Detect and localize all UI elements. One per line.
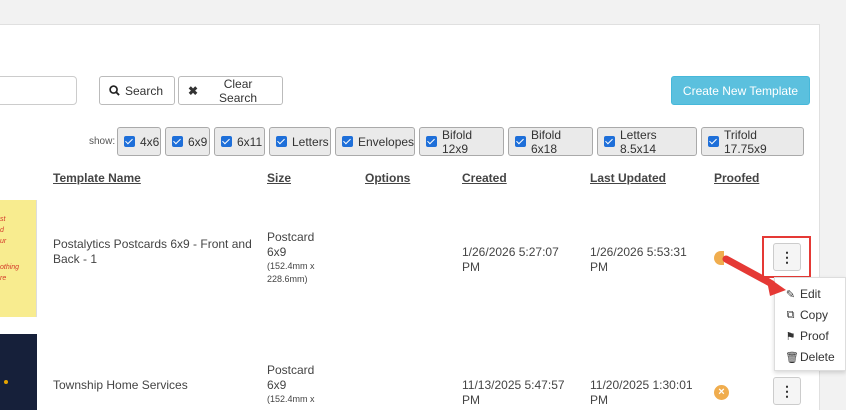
thumbnail-text: othing	[0, 264, 20, 271]
column-header-options[interactable]: Options	[365, 171, 410, 185]
search-input[interactable]	[0, 76, 77, 105]
size-type: Postcard	[267, 230, 315, 244]
highlight-box	[762, 236, 811, 278]
template-thumbnail[interactable]	[0, 334, 37, 410]
thumbnail-text: st	[0, 216, 6, 223]
menu-item-proof[interactable]: ⚑ Proof	[785, 329, 829, 343]
created-date-line: 1/26/2026 5:27:07	[462, 245, 559, 259]
template-name[interactable]: Postalytics Postcards 6x9 - Front and Ba…	[53, 237, 252, 267]
search-button[interactable]: Search	[99, 76, 175, 105]
edit-icon: ✎	[785, 288, 796, 301]
created-date: 1/26/2026 5:27:07 PM	[462, 245, 559, 275]
checkbox-checked-icon	[276, 136, 287, 147]
menu-item-label: Proof	[800, 329, 829, 343]
template-size: Postcard 6x9 (152.4mm x 228.6mm)	[267, 230, 315, 286]
template-name-line: Township Home Services	[53, 378, 188, 392]
created-date-ampm: PM	[462, 393, 480, 407]
column-header-created[interactable]: Created	[462, 171, 507, 185]
checkbox-checked-icon	[221, 136, 232, 147]
updated-date-ampm: PM	[590, 393, 608, 407]
menu-item-label: Delete	[800, 350, 835, 364]
filter-label: 6x11	[237, 134, 263, 149]
filter-6x11[interactable]: 6x11	[214, 127, 265, 156]
close-icon: ✖	[188, 83, 199, 98]
column-header-template-name[interactable]: Template Name	[53, 171, 141, 185]
column-header-proofed[interactable]: Proofed	[714, 171, 759, 185]
more-vertical-icon: ⋮	[780, 382, 794, 399]
thumbnail-text: re	[0, 275, 7, 282]
create-template-button[interactable]: Create New Template	[671, 76, 810, 105]
flag-icon: ⚑	[785, 330, 796, 343]
size-dimensions: 6x9	[267, 245, 287, 259]
column-header-last-updated[interactable]: Last Updated	[590, 171, 666, 185]
search-icon	[109, 85, 120, 96]
clear-search-button[interactable]: ✖ Clear Search	[178, 76, 283, 105]
updated-date: 11/20/2025 1:30:01 PM	[590, 378, 693, 408]
thumbnail-text: ur	[0, 238, 7, 245]
filter-trifold-17-75x9[interactable]: Trifold 17.75x9	[701, 127, 804, 156]
checkbox-checked-icon	[124, 136, 135, 147]
size-mm: (152.4mm x	[267, 261, 315, 271]
filter-label: Bifold 6x18	[531, 127, 562, 156]
filter-label: 6x9	[188, 134, 208, 149]
filter-6x9[interactable]: 6x9	[165, 127, 210, 156]
size-dimensions: 6x9	[267, 378, 287, 392]
thumbnail-text: d	[0, 227, 4, 234]
filter-4x6[interactable]: 4x6	[117, 127, 161, 156]
row-actions-kebab-button[interactable]: ⋮	[773, 377, 801, 405]
checkbox-checked-icon	[604, 136, 615, 147]
menu-item-delete[interactable]: 🗑 Delete	[785, 350, 835, 364]
checkbox-checked-icon	[515, 136, 526, 147]
menu-item-copy[interactable]: ⧉ Copy	[785, 308, 828, 322]
updated-date: 1/26/2026 5:53:31 PM	[590, 245, 687, 275]
checkbox-checked-icon	[342, 136, 353, 147]
template-name-line: Postalytics Postcards 6x9 - Front and	[53, 237, 252, 251]
created-date-ampm: PM	[462, 260, 480, 274]
copy-icon: ⧉	[786, 308, 795, 321]
thumbnail-dot	[4, 380, 8, 384]
filter-letters-8-5x14[interactable]: Letters 8.5x14	[597, 127, 697, 156]
menu-item-label: Copy	[800, 308, 829, 322]
not-proofed-icon: ×	[714, 385, 729, 400]
filter-bifold-6x18[interactable]: Bifold 6x18	[508, 127, 593, 156]
created-date: 11/13/2025 5:47:57 PM	[462, 378, 565, 408]
filter-bifold-12x9[interactable]: Bifold 12x9	[419, 127, 504, 156]
filter-label: 4x6	[140, 134, 160, 149]
template-size: Postcard 6x9 (152.4mm x	[267, 363, 315, 406]
filter-envelopes[interactable]: Envelopes	[335, 127, 415, 156]
filter-label: Letters 8.5x14	[620, 127, 657, 156]
filter-label: Envelopes	[358, 134, 415, 149]
filter-show-label: show:	[89, 136, 116, 147]
checkbox-checked-icon	[426, 136, 437, 147]
template-thumbnail[interactable]: st d ur othing re	[0, 200, 37, 317]
checkbox-checked-icon	[708, 136, 719, 147]
filter-label: Bifold 12x9	[442, 127, 473, 156]
updated-date-line: 1/26/2026 5:53:31	[590, 245, 687, 259]
row-actions-menu: ✎ Edit ⧉ Copy ⚑ Proof 🗑 Delete	[774, 277, 846, 371]
created-date-line: 11/13/2025 5:47:57	[462, 378, 565, 392]
checkbox-checked-icon	[172, 136, 183, 147]
clear-search-label: Clear Search	[219, 76, 258, 105]
trash-icon: 🗑	[785, 351, 799, 364]
template-name[interactable]: Township Home Services	[53, 378, 188, 393]
template-name-line: Back - 1	[53, 252, 98, 266]
updated-date-line: 11/20/2025 1:30:01	[590, 378, 693, 392]
menu-item-edit[interactable]: ✎ Edit	[785, 287, 821, 301]
size-type: Postcard	[267, 363, 315, 377]
size-mm: 228.6mm)	[267, 274, 308, 284]
filter-letters[interactable]: Letters	[269, 127, 331, 156]
column-header-size[interactable]: Size	[267, 171, 291, 185]
menu-item-label: Edit	[800, 287, 821, 301]
updated-date-ampm: PM	[590, 260, 608, 274]
filter-label: Trifold 17.75x9	[724, 127, 767, 156]
proofed-status-icon	[714, 251, 724, 265]
size-mm: (152.4mm x	[267, 394, 315, 404]
filter-label: Letters	[292, 134, 329, 149]
search-button-label: Search	[125, 83, 164, 98]
